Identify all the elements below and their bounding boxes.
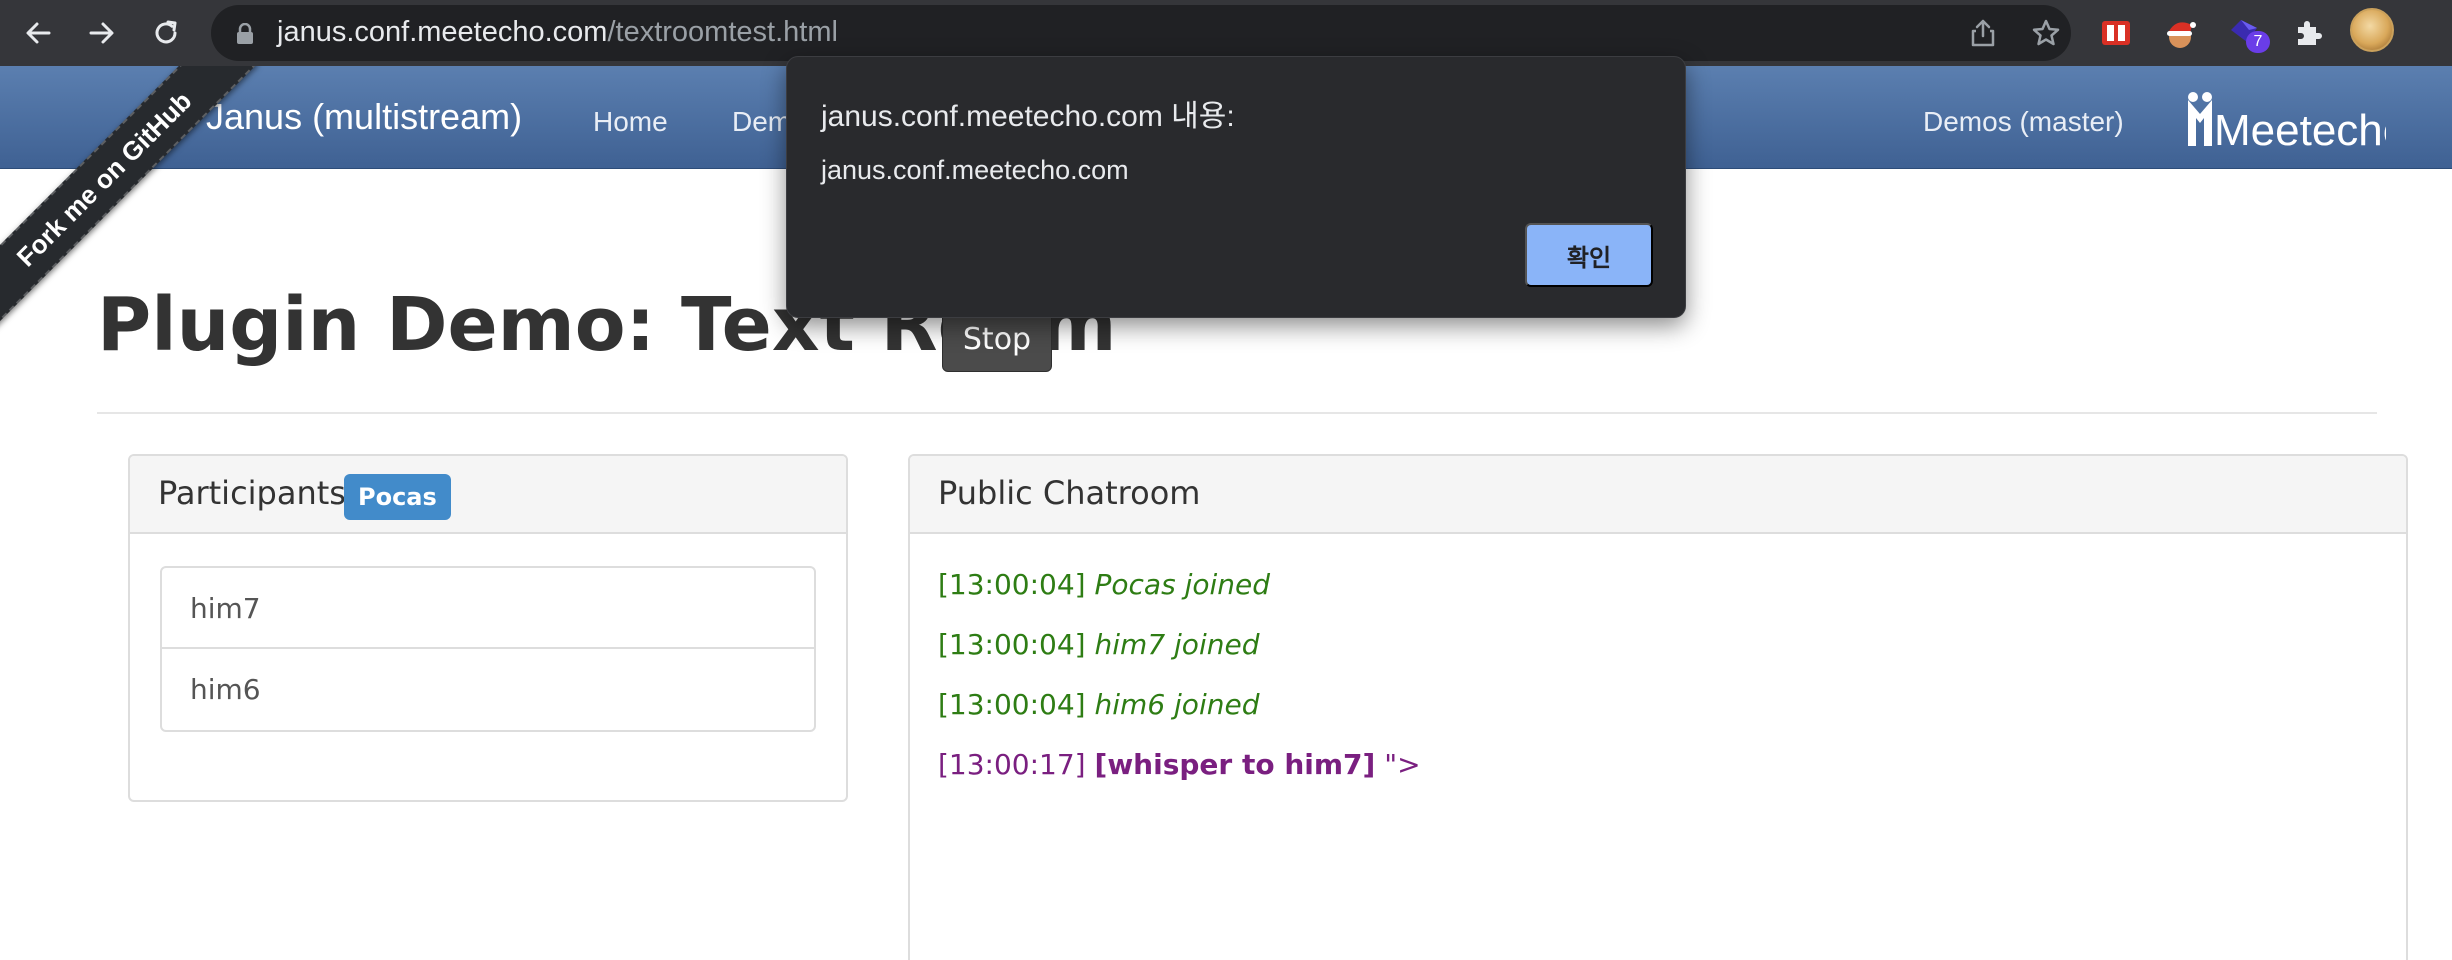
chat-message: [13:00:04] Pocas joined [938, 568, 1270, 601]
bookmark-button[interactable] [2030, 17, 2062, 49]
meetecho-logo[interactable]: Meetecho [2186, 90, 2386, 150]
message-text: him6 joined [1094, 688, 1260, 721]
message-text: him7 joined [1094, 628, 1260, 661]
message-time: [13:00:04] [938, 628, 1086, 661]
back-button[interactable] [16, 11, 60, 55]
nav-link-demos[interactable]: Dem [732, 106, 791, 138]
extension-santa-button[interactable] [2158, 11, 2202, 55]
nav-link-demos-master[interactable]: Demos (master) [1923, 106, 2124, 138]
url-text[interactable]: janus.conf.meetecho.com/textroomtest.htm… [277, 16, 838, 49]
divider [97, 412, 2377, 414]
participants-header: Participants Pocas [130, 456, 846, 534]
puzzle-icon [2298, 21, 2322, 45]
message-time: [13:00:17] [938, 748, 1086, 781]
participant-item[interactable]: him6 [162, 649, 814, 730]
participant-item[interactable]: him7 [162, 568, 814, 649]
ribbon-label: Fork me on GitHub [10, 85, 197, 272]
reload-icon [155, 20, 177, 44]
dialog-ok-button[interactable]: 확인 [1525, 223, 1653, 287]
dialog-title: janus.conf.meetecho.com 내용: [821, 100, 1235, 133]
chat-message-whisper: [13:00:17] [whisper to him7] "> [938, 748, 1421, 781]
alert-dialog: janus.conf.meetecho.com 내용: janus.conf.m… [786, 56, 1686, 318]
share-icon [1971, 19, 1995, 47]
extensions-menu-button[interactable] [2286, 11, 2330, 55]
lock-icon[interactable] [235, 23, 255, 45]
santa-hat-icon [2167, 22, 2196, 48]
extension-gem-button[interactable]: 7 [2222, 11, 2270, 55]
message-suffix: "> [1384, 748, 1421, 781]
message-time: [13:00:04] [938, 568, 1086, 601]
logo-text: Meetecho [2214, 106, 2386, 150]
chat-message: [13:00:04] him6 joined [938, 688, 1259, 721]
participants-title: Participants [158, 474, 346, 512]
message-text: Pocas joined [1094, 568, 1271, 601]
url-path: /textroomtest.html [607, 16, 838, 48]
profile-avatar[interactable] [2350, 8, 2394, 52]
chat-message: [13:00:04] him7 joined [938, 628, 1259, 661]
chatroom-panel: Public Chatroom [13:00:04] Pocas joined … [908, 454, 2408, 960]
share-button[interactable] [1967, 17, 1999, 49]
message-time: [13:00:04] [938, 688, 1086, 721]
forward-button[interactable] [80, 11, 124, 55]
participants-panel: Participants Pocas him7 him6 [128, 454, 848, 802]
participants-list: him7 him6 [160, 566, 816, 732]
url-host: janus.conf.meetecho.com [277, 16, 608, 48]
whisper-label: [whisper to him7] [1094, 748, 1376, 781]
username-badge: Pocas [344, 474, 451, 520]
dialog-message: janus.conf.meetecho.com [821, 155, 1129, 185]
nav-link-home[interactable]: Home [593, 106, 668, 138]
chatroom-header: Public Chatroom [910, 456, 2406, 534]
extension-badge: 7 [2246, 31, 2270, 53]
red-extension-icon [2102, 21, 2130, 45]
reload-button[interactable] [144, 11, 188, 55]
address-bar[interactable]: janus.conf.meetecho.com/textroomtest.htm… [211, 5, 2071, 61]
arrow-right-icon [89, 22, 114, 44]
chatroom-title: Public Chatroom [938, 474, 1201, 512]
arrow-left-icon [26, 22, 51, 44]
star-icon [2032, 19, 2060, 46]
extension-red-button[interactable] [2094, 11, 2138, 55]
